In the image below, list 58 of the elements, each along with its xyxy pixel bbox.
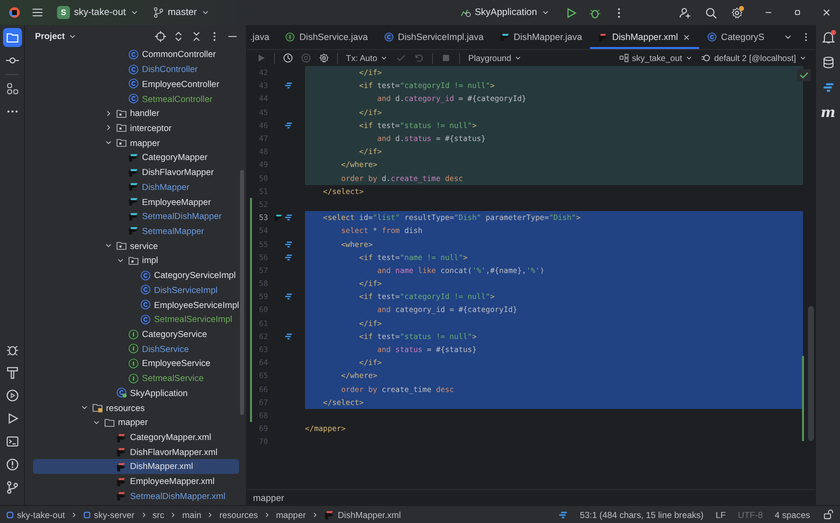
project-badge: S [57, 6, 70, 19]
tree-item[interactable]: EmployeeServiceImpl [33, 297, 239, 312]
tree-item[interactable]: DishController [33, 62, 239, 76]
tree-item[interactable]: CategoryService [33, 326, 239, 342]
dropdown[interactable]: sky_take_out [619, 53, 694, 63]
tool-window-button[interactable]: m [818, 103, 838, 122]
tree-item[interactable]: handler [33, 106, 239, 121]
breadcrumb-item[interactable]: mapper [253, 492, 284, 502]
tree-item[interactable]: SetmealMapper [33, 224, 239, 238]
tree-item[interactable]: SetmealService [33, 370, 239, 386]
tree-item[interactable]: mapper [33, 135, 239, 150]
tree-item[interactable]: SetmealController [33, 91, 239, 106]
tree-item[interactable]: DishService [33, 341, 239, 356]
tree-item[interactable]: DishMapper.xml [33, 459, 239, 474]
tree-item[interactable]: SkyApplication [33, 386, 239, 400]
tree-item[interactable]: service [33, 238, 239, 254]
tree-item[interactable]: EmployeeMapper.xml [33, 474, 239, 489]
breadcrumb-item[interactable]: sky-server [82, 510, 134, 520]
run-configuration-button[interactable]: SkyApplication [456, 5, 553, 20]
dropdown[interactable]: Playground [468, 53, 522, 63]
tree-item[interactable]: SetmealDishMapper.xml [33, 488, 239, 504]
tree-item[interactable]: EmployeeController [33, 76, 239, 92]
caret-position[interactable]: 53:1 (484 chars, 15 line breaks) [580, 510, 704, 520]
tree-item[interactable]: impl [33, 253, 239, 268]
editor-tab[interactable]: .java [247, 25, 278, 49]
tree-item[interactable]: CategoryServiceImpl [33, 268, 239, 282]
tree-item[interactable]: DishMapper [33, 179, 239, 194]
breadcrumb-item[interactable]: DishMapper.xml [324, 509, 401, 520]
tree-item[interactable]: EmployeeMapper [33, 194, 239, 209]
indent-setting[interactable]: 4 spaces [774, 510, 810, 520]
editor-tab[interactable]: DishServiceImpl.java [376, 25, 492, 49]
dropdown[interactable]: Tx: Auto [346, 53, 388, 63]
breadcrumb-item[interactable]: src [152, 510, 164, 520]
tree-item[interactable]: interceptor [33, 120, 239, 136]
tree-item[interactable]: resources [33, 400, 239, 415]
tree-item[interactable]: DishFlavorMapper.xml [33, 444, 239, 460]
breadcrumb-item[interactable]: sky-take-out [6, 510, 65, 520]
project-button[interactable]: S sky-take-out [54, 4, 142, 21]
tree-item[interactable]: CommonController [33, 47, 239, 62]
editor-tab[interactable]: DishService.java [277, 25, 376, 49]
panel-title[interactable]: Project [35, 31, 77, 41]
breadcrumb-item[interactable]: mapper [276, 510, 306, 520]
tree-item[interactable]: DishFlavorMapper [33, 164, 239, 180]
tree-item[interactable]: EmployeeService [33, 356, 239, 371]
tree-item[interactable]: DishServiceImpl [33, 282, 239, 298]
tree-item[interactable]: SetmealServiceImpl [33, 312, 239, 327]
tree-item[interactable]: mapper [33, 414, 239, 430]
tree-item[interactable]: CategoryMapper [33, 150, 239, 165]
breadcrumb-item[interactable]: resources [219, 510, 258, 520]
editor-tab[interactable]: DishMapper.java [492, 25, 590, 49]
tree-item[interactable]: SetmealDishMapper [33, 208, 239, 224]
breadcrumb-item[interactable]: main [182, 510, 202, 520]
dropdown[interactable]: default 2 [@localhost] [701, 53, 807, 63]
line-separator[interactable]: LF [716, 510, 726, 520]
editor-tab[interactable]: CategoryS [698, 25, 772, 49]
editor-tab[interactable]: DishMapper.xml [590, 25, 699, 49]
tree-item[interactable]: CategoryMapper.xml [33, 430, 239, 444]
branch-button[interactable]: master [150, 5, 213, 20]
